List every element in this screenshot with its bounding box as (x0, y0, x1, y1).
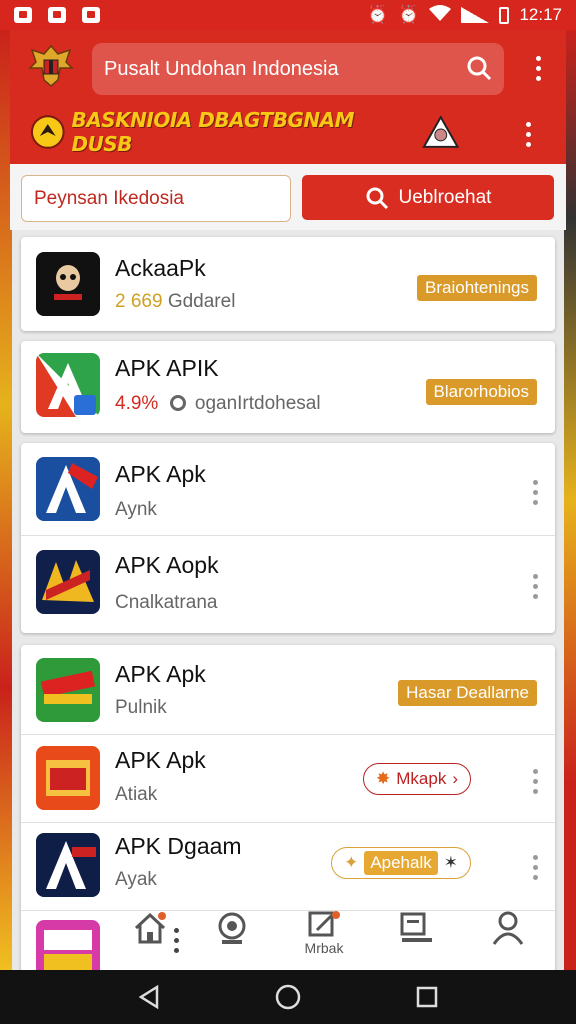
alarm-icon: ⏰ (367, 5, 389, 24)
edit-note-icon (308, 911, 340, 937)
list-item[interactable]: APK Apk Pulnik Hasar Deallarne (21, 645, 555, 735)
a-letter-app-icon (36, 353, 100, 417)
notification-icon (14, 7, 32, 23)
notification-icon (48, 7, 66, 23)
app-name: APK Dgaam (115, 833, 242, 859)
top-search-placeholder: Pusalt Undohan Indonesia (104, 57, 339, 80)
item-menu-icon[interactable] (531, 769, 539, 794)
item-menu-icon[interactable] (531, 480, 539, 505)
app-name: APK APIK (115, 355, 219, 381)
a-dark-app-icon (36, 833, 100, 897)
app-bar: Pusalt Undohan Indonesia BASKNIOIA DBAGT… (10, 30, 566, 164)
top-search-bar[interactable]: Pusalt Undohan Indonesia (92, 43, 504, 95)
featured-app-card[interactable]: APK APIK 4.9% oganIrtdohesal Blarorhobio… (21, 341, 555, 433)
orange-app-icon (36, 746, 100, 810)
app-list-card: APK Apk Aynk APK Aopk Cnalkatrana (21, 443, 555, 633)
search-row: Peynsan Ikedosia Ueblroehat (10, 164, 566, 230)
mascot-warning-icon (422, 115, 460, 148)
app-downloads: oganIrtdohesal (194, 393, 321, 414)
home-icon (134, 912, 166, 944)
category-tag[interactable]: Hasar Deallarne (398, 680, 537, 706)
app-name: APK Apk (115, 747, 206, 773)
action-pill[interactable]: ✦ Apehalk ✶ (331, 847, 471, 879)
app-sub: Atiak (115, 784, 158, 805)
app-name: APK Apk (115, 661, 206, 687)
overflow-menu-icon[interactable] (534, 56, 542, 81)
search-input[interactable]: Peynsan Ikedosia (21, 175, 291, 222)
app-sub: Cnalkatrana (115, 592, 218, 613)
garuda-emblem-logo (28, 44, 74, 87)
search-button[interactable]: Ueblroehat (302, 175, 554, 220)
pill-label: Mkapk (396, 769, 447, 788)
list-item[interactable]: APK Aopk Cnalkatrana (21, 536, 555, 633)
nav-feedback[interactable]: Mrbak (284, 910, 364, 956)
nav-explore[interactable] (192, 910, 272, 946)
pill-label: Apehalk (364, 851, 438, 875)
category-tag[interactable]: Blarorhobios (425, 379, 537, 405)
featured-app-card[interactable]: AckaaPk 2 669 Gddarel Braiohtenings (21, 237, 555, 331)
app-meta: 4.9% oganIrtdohesal (115, 393, 321, 415)
app-sub: Pulnik (115, 697, 167, 718)
green-game-app-icon (36, 658, 100, 722)
recents-icon[interactable] (415, 985, 439, 1009)
back-icon[interactable] (137, 984, 161, 1010)
system-nav-bar (0, 970, 576, 1024)
item-menu-icon[interactable] (531, 574, 539, 599)
app-downloads: Gddarel (167, 291, 236, 312)
nav-more-icon[interactable] (172, 928, 180, 953)
search-input-value: Peynsan Ikedosia (34, 187, 184, 209)
action-pill[interactable]: ✸ Mkapk › (363, 763, 471, 795)
star-badge-icon: ✸ (376, 769, 391, 788)
app-sub: Aynk (115, 499, 157, 520)
home-nav-icon[interactable] (274, 983, 302, 1011)
search-icon[interactable] (466, 55, 492, 81)
app-meta: 2 669 Gddarel (115, 291, 235, 313)
close-icon: ✶ (443, 853, 458, 872)
app-sub: Ayak (115, 869, 157, 890)
skull-app-icon (36, 252, 100, 316)
category-tag[interactable]: Braiohtenings (417, 275, 537, 301)
wifi-icon (429, 4, 452, 26)
warning-badge-icon (30, 115, 65, 149)
search-button-label: Ueblroehat (398, 186, 492, 208)
clock: 12:17 (519, 5, 562, 24)
user-icon (492, 911, 524, 945)
app-name: APK Apk (115, 461, 206, 487)
arrow-down-icon: ✦ (344, 853, 359, 872)
nav-profile[interactable] (468, 910, 548, 946)
hero-poster-app-icon (36, 550, 100, 614)
pink-game-app-icon (36, 920, 100, 975)
search-icon (366, 187, 388, 209)
calculator-icon (400, 912, 432, 942)
download-icon (169, 395, 186, 411)
app-name: APK Aopk (115, 552, 219, 578)
a-triangle-app-icon (36, 457, 100, 521)
list-item[interactable]: APK Apk Atiak ✸ Mkapk › (21, 735, 555, 823)
signal-icon (461, 7, 490, 23)
list-item[interactable]: APK Apk Aynk (21, 443, 555, 536)
compass-icon (218, 912, 246, 944)
bottom-nav: Mrbak (104, 910, 554, 970)
alarm-icon: ⏰ (398, 5, 420, 24)
nav-feedback-label: Mrbak (304, 940, 344, 956)
app-name: AckaaPk (115, 255, 206, 281)
chevron-right-icon: › (452, 769, 458, 788)
notification-icon (82, 7, 100, 23)
item-menu-icon[interactable] (531, 855, 539, 880)
banner-title: BASKNIOIA DBAGTBGNAM DUSB (71, 108, 355, 156)
promo-banner[interactable]: BASKNIOIA DBAGTBGNAM DUSB (30, 108, 460, 156)
app-rating: 2 669 (115, 291, 163, 312)
list-item[interactable]: APK Dgaam Ayak ✦ Apehalk ✶ (21, 823, 555, 911)
nav-stats[interactable] (376, 910, 456, 946)
banner-menu-icon[interactable] (524, 122, 532, 147)
status-bar: ⏰ ⏰ 12:17 (0, 0, 576, 30)
app-rating: 4.9% (115, 393, 159, 414)
battery-icon (499, 6, 510, 24)
